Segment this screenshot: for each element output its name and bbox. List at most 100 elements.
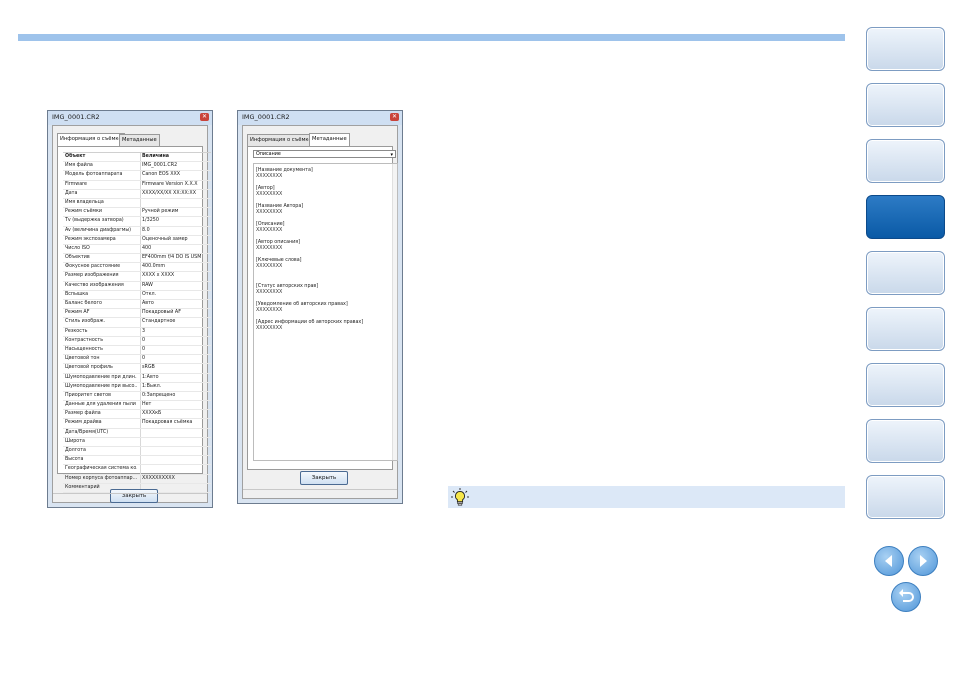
nav-chapter-button-7[interactable] <box>866 363 945 407</box>
property-name: Цветовой тон <box>65 356 100 362</box>
arrow-left-icon <box>885 555 892 567</box>
nav-chapter-button-3[interactable] <box>866 139 945 183</box>
tab-shooting-info[interactable]: Информация о съёмке <box>57 133 125 146</box>
column-header-object: Объект <box>65 154 86 159</box>
metadata-field-value: XXXXXXXX <box>256 174 283 179</box>
table-row[interactable]: Фокусное расстояние 400.0mm <box>63 263 211 273</box>
metadata-field: [Ключевые слова] XXXXXXXX <box>256 258 302 270</box>
table-row[interactable]: Firmware Firmware Version X.X.X <box>63 181 211 190</box>
tab-metadata[interactable]: Метаданные <box>309 133 350 146</box>
table-row[interactable]: Резкость 3 <box>63 328 211 337</box>
property-value: 3 <box>142 328 146 334</box>
property-name: Фокусное расстояние <box>65 264 121 270</box>
table-row[interactable]: Имя файла IMG_0001.CR2 <box>63 162 211 172</box>
close-icon[interactable]: ✕ <box>200 113 209 121</box>
property-name: Качество изображения <box>65 282 124 288</box>
property-name: Насыщенность <box>65 346 103 352</box>
table-row[interactable]: Географическая система ко... <box>63 465 211 475</box>
table-row[interactable]: Размер файла XXXXкБ <box>63 410 211 420</box>
shooting-info-table: Объект Величина Имя файла IMG_0001.CR2 Мод… <box>63 152 211 493</box>
property-name: Размер изображения <box>65 273 119 279</box>
table-row[interactable]: Дата XXXX/XX/XX XX:XX:XX <box>63 190 211 199</box>
table-row[interactable]: Качество изображения RAW <box>63 282 211 291</box>
table-row[interactable]: Стиль изображ. Стандартное <box>63 318 211 328</box>
metadata-field-value: XXXXXXXX <box>256 192 283 197</box>
property-value: Покадровый AF <box>142 310 181 316</box>
status-bar <box>243 489 397 498</box>
previous-page-button[interactable] <box>874 546 904 576</box>
table-row[interactable]: Число ISO 400 <box>63 245 211 255</box>
property-value: 1:Выкл. <box>142 383 162 389</box>
table-row[interactable]: Шумоподавление при длин... 1:Авто <box>63 374 211 383</box>
table-row[interactable]: Размер изображения XXXX x XXXX <box>63 272 211 282</box>
property-name: Долгота <box>65 448 86 453</box>
property-value: XXXXкБ <box>142 411 162 417</box>
table-row[interactable]: Долгота <box>63 447 211 457</box>
table-row[interactable]: Широта <box>63 438 211 447</box>
table-header-row: Объект Величина <box>63 153 211 163</box>
property-name: Высота <box>65 457 84 463</box>
property-value: Стандартное <box>142 319 176 325</box>
table-row[interactable]: Высота <box>63 456 211 466</box>
table-row[interactable]: Данные для удаления пыли Нет <box>63 401 211 411</box>
table-row[interactable]: Режим экспозамера Оценочный замер <box>63 236 211 245</box>
nav-chapter-button-9[interactable] <box>866 475 945 519</box>
property-name: Вспышка <box>65 291 89 297</box>
property-name: Размер файла <box>65 411 101 417</box>
table-row[interactable]: Объектив EF400mm f/4 DO IS USM <box>63 254 211 264</box>
scrollbar[interactable] <box>392 164 397 460</box>
window-body: Информация о съёмке Метаданные Описание … <box>242 125 398 499</box>
tab-metadata[interactable]: Метаданные <box>119 134 160 146</box>
table-row[interactable]: Номер корпуса фотоаппар... XXXXXXXXXX <box>63 475 211 484</box>
window-titlebar: IMG_0001.CR2 ✕ <box>48 111 212 125</box>
property-value: 1:Авто <box>142 374 159 380</box>
property-value: 8.0 <box>142 227 150 233</box>
property-value: Firmware Version X.X.X <box>142 181 198 187</box>
table-row[interactable]: Приоритет светов 0:Запрещено <box>63 392 211 402</box>
metadata-category-dropdown[interactable]: Описание ▾ <box>253 150 396 158</box>
table-row[interactable]: Насыщенность 0 <box>63 346 211 356</box>
table-row[interactable]: Цветовой профиль sRGB <box>63 364 211 374</box>
nav-chapter-button-4[interactable] <box>866 195 945 239</box>
table-row[interactable]: Контрастность 0 <box>63 337 211 346</box>
property-name: Данные для удаления пыли <box>65 402 136 408</box>
property-name: Firmware <box>65 181 87 187</box>
table-row[interactable]: Tv (выдержка затвора) 1/3250 <box>63 217 211 227</box>
close-button[interactable]: Закрыть <box>300 471 348 485</box>
return-button[interactable] <box>891 582 921 612</box>
property-value: 0 <box>142 337 146 343</box>
table-row[interactable]: Дата/Время(UTC) <box>63 429 211 438</box>
table-row[interactable]: Имя владельца <box>63 199 211 209</box>
nav-chapter-button-6[interactable] <box>866 307 945 351</box>
property-value: Нет <box>142 402 152 408</box>
property-name: Стиль изображ. <box>65 319 106 325</box>
table-row[interactable]: Шумоподавление при высо... 1:Выкл. <box>63 383 211 392</box>
metadata-field-value: XXXXXXXX <box>256 308 283 313</box>
table-row[interactable]: Режим драйва Покадровая съёмка <box>63 419 211 429</box>
table-row[interactable]: Баланс белого Авто <box>63 300 211 310</box>
table-row[interactable]: Модель фотоаппарата Canon EOS XXX <box>63 171 211 181</box>
property-name: Режим AF <box>65 310 90 316</box>
property-name: Широта <box>65 438 85 444</box>
property-name: Число ISO <box>65 245 90 251</box>
tip-bar <box>448 486 845 508</box>
table-row[interactable]: Цветовой тон 0 <box>63 355 211 365</box>
property-value: IMG_0001.CR2 <box>142 163 178 169</box>
metadata-field: [Автор описания] XXXXXXXX <box>256 240 300 252</box>
close-icon[interactable]: ✕ <box>390 113 399 121</box>
table-row[interactable]: Av (величина диафрагмы) 8.0 <box>63 227 211 236</box>
property-name: Дата/Время(UTC) <box>65 429 109 435</box>
nav-chapter-button-2[interactable] <box>866 83 945 127</box>
nav-chapter-button-8[interactable] <box>866 419 945 463</box>
nav-chapter-button-5[interactable] <box>866 251 945 295</box>
table-row[interactable]: Вспышка Откл. <box>63 291 211 300</box>
metadata-fields-box[interactable]: [Название документа] XXXXXXXX [Автор] XXXXX… <box>253 163 398 461</box>
table-row[interactable]: Режим съёмки Ручной режим <box>63 208 211 218</box>
nav-chapter-button-1[interactable] <box>866 27 945 71</box>
property-name: Резкость <box>65 328 88 334</box>
next-page-button[interactable] <box>908 546 938 576</box>
table-row[interactable]: Режим AF Покадровый AF <box>63 309 211 319</box>
tab-shooting-info[interactable]: Информация о съёмке <box>247 134 315 146</box>
property-name: Шумоподавление при высо... <box>65 383 137 389</box>
metadata-field-value: XXXXXXXX <box>256 264 283 269</box>
